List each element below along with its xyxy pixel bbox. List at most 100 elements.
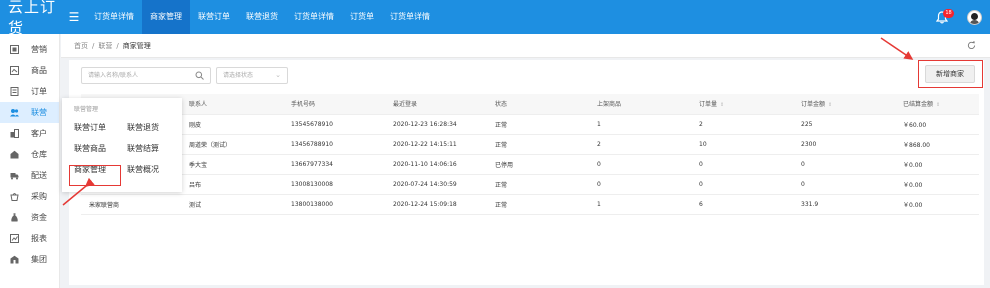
top-bar: 云上订货 ☰ 订货单详情 商家管理 联营订单 联营退货 订货单详情 订货单 订货… — [0, 0, 990, 37]
cell-status: 正常 — [487, 134, 589, 155]
sidebar-item-funds[interactable]: 资金 — [0, 207, 59, 228]
cell-order-count: 2 — [691, 114, 793, 135]
sidebar-item-report[interactable]: 报表 — [0, 228, 59, 249]
cell-listed-products: 1 — [589, 114, 691, 135]
table-header-order-count[interactable]: 订单量 ⇕ — [691, 94, 793, 115]
cell-listed-products: 2 — [589, 134, 691, 155]
cell-contact: 刚皮 — [181, 114, 283, 135]
cell-last-login: 2020-12-24 15:09:18 — [385, 194, 487, 215]
top-tab-merchant-management[interactable]: 商家管理 — [142, 0, 190, 34]
sort-icon[interactable]: ⇕ — [828, 102, 832, 108]
status-placeholder: 请选择状态 — [223, 72, 254, 79]
cell-phone: 13545678910 — [283, 114, 385, 135]
notification-badge: 18 — [943, 9, 954, 18]
cell-contact: 季大宝 — [181, 154, 283, 175]
customer-icon — [10, 129, 19, 138]
sort-icon[interactable]: ⇕ — [720, 102, 724, 108]
sidebar-item-label: 采购 — [31, 192, 47, 201]
cell-phone: 13800138000 — [283, 194, 385, 215]
table-header-phone: 手机号码 — [283, 94, 385, 115]
top-tab-alliance-returns[interactable]: 联营退货 — [238, 0, 286, 34]
filter-row: 请输入名称/联系人 请选择状态 ⌄ 新增商家 — [69, 60, 984, 90]
table-header-order-amount[interactable]: 订单金额 ⇕ — [793, 94, 895, 115]
alliance-icon — [10, 109, 19, 117]
flyout-title: 联营管理 — [74, 106, 99, 113]
sidebar-item-warehouse[interactable]: 仓库 — [0, 144, 59, 165]
order-icon — [10, 87, 19, 96]
sidebar-item-customer[interactable]: 客户 — [0, 123, 59, 144]
merchant-panel: 请输入名称/联系人 请选择状态 ⌄ 新增商家 联系人 手机号码 最近登录 状态 … — [69, 60, 984, 285]
sidebar-item-group[interactable]: 集团 — [0, 249, 59, 270]
cell-status: 正常 — [487, 114, 589, 135]
cell-last-login: 2020-12-22 14:15:11 — [385, 134, 487, 155]
sidebar-item-label: 订单 — [31, 87, 47, 96]
table-header-settled-amount[interactable]: 已结算金额 ⇕ — [895, 94, 979, 115]
sidebar-item-label: 客户 — [31, 129, 47, 138]
table-row[interactable]: 季大宝 13667977334 2020-11-10 14:06:16 已停用 … — [81, 154, 979, 175]
search-placeholder: 请输入名称/联系人 — [88, 72, 139, 79]
breadcrumb: 首页 / 联营 / 商家管理 — [61, 34, 990, 58]
sidebar-item-label: 商品 — [31, 66, 47, 75]
cell-order-amount: 225 — [793, 114, 895, 135]
sidebar-item-marketing[interactable]: 营销 — [0, 39, 59, 60]
table-header-row: 联系人 手机号码 最近登录 状态 上架商品 订单量 ⇕ 订单金额 ⇕ 已结算金额 ⇕ — [81, 94, 979, 115]
sidebar-item-product[interactable]: 商品 — [0, 60, 59, 81]
cell-phone: 13456788910 — [283, 134, 385, 155]
search-input[interactable]: 请输入名称/联系人 — [81, 67, 211, 84]
cell-phone: 13008130008 — [283, 174, 385, 195]
cell-listed-products: 0 — [589, 174, 691, 195]
breadcrumb-home[interactable]: 首页 — [74, 41, 88, 51]
app-logo: 云上订货 — [8, 0, 57, 37]
cell-settled-amount: ￥0.00 — [895, 154, 979, 175]
top-tab-alliance-orders[interactable]: 联营订单 — [190, 0, 238, 34]
report-icon — [10, 234, 19, 243]
cell-last-login: 2020-12-23 16:28:34 — [385, 114, 487, 135]
flyout-item-alliance-settlement[interactable]: 联营结算 — [127, 143, 180, 154]
breadcrumb-alliance[interactable]: 联营 — [98, 41, 112, 51]
top-tab-order-detail-2[interactable]: 订货单详情 — [286, 0, 342, 34]
table-row[interactable]: 周道荣（测试） 13456788910 2020-12-22 14:15:11 … — [81, 134, 979, 155]
sidebar-item-delivery[interactable]: 配送 — [0, 165, 59, 186]
sidebar-item-label: 配送 — [31, 171, 47, 180]
cell-order-amount: 2300 — [793, 134, 895, 155]
cell-order-count: 0 — [691, 154, 793, 175]
top-tab-orders[interactable]: 订货单 — [342, 0, 382, 34]
notification-bell-icon[interactable]: 18 — [933, 7, 954, 27]
status-select[interactable]: 请选择状态 ⌄ — [216, 67, 288, 84]
flyout-item-alliance-orders[interactable]: 联营订单 — [74, 122, 127, 133]
search-icon[interactable] — [195, 71, 204, 80]
sidebar-item-label: 集团 — [31, 255, 47, 264]
flyout-item-alliance-returns[interactable]: 联营退货 — [127, 122, 180, 133]
menu-toggle-icon[interactable]: ☰ — [65, 10, 83, 24]
top-tab-order-detail-3[interactable]: 订货单详情 — [382, 0, 438, 34]
refresh-icon[interactable] — [967, 41, 976, 50]
table-header-contact: 联系人 — [181, 94, 283, 115]
marketing-icon — [10, 45, 19, 54]
cell-order-count: 6 — [691, 194, 793, 215]
sort-icon[interactable]: ⇕ — [936, 102, 940, 108]
cell-contact: 测试 — [181, 194, 283, 215]
sidebar-item-label: 联营 — [31, 108, 47, 117]
cell-status: 正常 — [487, 194, 589, 215]
cell-order-count: 0 — [691, 174, 793, 195]
table-row[interactable]: 米家联营商 测试 13800138000 2020-12-24 15:09:18… — [81, 194, 979, 215]
cell-listed-products: 0 — [589, 154, 691, 175]
table-row[interactable]: 刚皮 13545678910 2020-12-23 16:28:34 正常 1 … — [81, 114, 979, 135]
cell-settled-amount: ￥0.00 — [895, 174, 979, 195]
add-merchant-button[interactable]: 新增商家 — [925, 65, 975, 83]
table-row[interactable]: 吕布 13008130008 2020-07-24 14:30:59 正常 0 … — [81, 174, 979, 195]
purchase-icon — [10, 193, 19, 201]
sidebar-item-order[interactable]: 订单 — [0, 81, 59, 102]
sidebar-item-purchase[interactable]: 采购 — [0, 186, 59, 207]
sidebar-item-alliance[interactable]: 联营 — [0, 102, 59, 123]
flyout-item-alliance-overview[interactable]: 联营概况 — [127, 164, 180, 175]
cell-listed-products: 1 — [589, 194, 691, 215]
flyout-item-alliance-products[interactable]: 联营商品 — [74, 143, 127, 154]
cell-status: 已停用 — [487, 154, 589, 175]
table-header-status: 状态 — [487, 94, 589, 115]
main-content: 首页 / 联营 / 商家管理 请输入名称/联系人 请选择状态 ⌄ 新增商家 联系… — [61, 34, 990, 288]
top-tab-order-detail[interactable]: 订货单详情 — [86, 0, 142, 34]
cell-order-amount: 0 — [793, 154, 895, 175]
cell-contact: 周道荣（测试） — [181, 134, 283, 155]
user-avatar[interactable] — [967, 9, 982, 25]
